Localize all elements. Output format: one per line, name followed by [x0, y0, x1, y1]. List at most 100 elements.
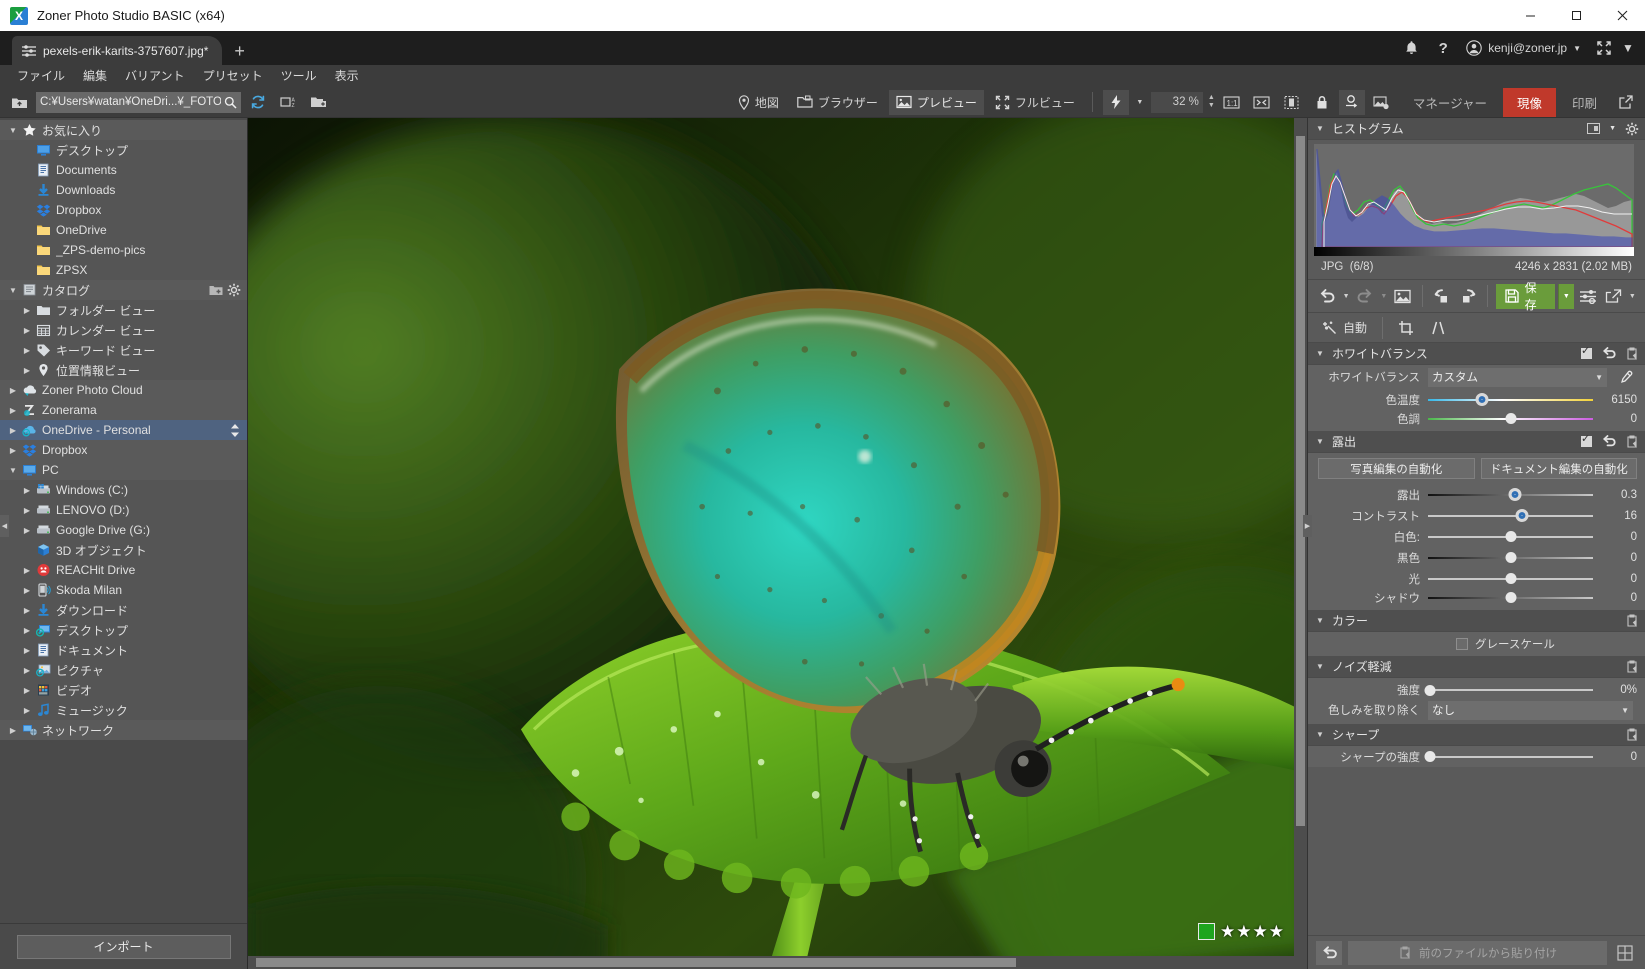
star-rating[interactable]: ★★★★	[1220, 923, 1285, 940]
chevron-down-icon[interactable]: ▼	[1314, 349, 1326, 358]
sidebar-item-zoner-photo-cloud[interactable]: ▶ Zoner Photo Cloud	[0, 380, 247, 400]
chevron-right-icon[interactable]: ▶	[20, 626, 34, 635]
histogram-mode-caret-icon[interactable]: ▼	[1609, 125, 1616, 132]
sync-zoom-icon[interactable]	[1338, 89, 1365, 115]
view-map[interactable]: 地図	[731, 90, 786, 115]
panel-collapse-right[interactable]: ▶	[1303, 515, 1312, 537]
eyedropper-icon[interactable]	[1615, 370, 1637, 385]
lock-icon[interactable]	[1309, 90, 1335, 115]
grid-icon[interactable]	[1613, 941, 1637, 965]
chevron-down-icon[interactable]: ▼	[6, 126, 20, 135]
paste-previous-button[interactable]: 前のファイルから貼り付け	[1348, 940, 1607, 965]
chevron-down-icon[interactable]: ▼	[1314, 437, 1326, 446]
updown-icon[interactable]	[229, 423, 241, 438]
paste-prev-icon[interactable]	[1625, 346, 1639, 361]
paste-prev-icon[interactable]	[1625, 727, 1639, 742]
share-icon[interactable]	[1602, 284, 1624, 308]
chevron-right-icon[interactable]: ▶	[20, 606, 34, 615]
shadows-slider[interactable]	[1428, 590, 1593, 606]
paste-prev-icon[interactable]	[1625, 434, 1639, 449]
sidebar-item-3d[interactable]: 3D オブジェクト	[0, 540, 247, 560]
chevron-right-icon[interactable]: ▶	[20, 326, 34, 335]
sidebar-item-dropbox[interactable]: Dropbox	[0, 200, 247, 220]
undo-icon[interactable]	[1316, 284, 1338, 308]
chevron-down-icon[interactable]: ▼	[6, 286, 20, 295]
blacks-slider[interactable]	[1428, 550, 1593, 566]
save-options-caret[interactable]: ▼	[1557, 283, 1574, 309]
wb-preset-select[interactable]: カスタム ▼	[1428, 367, 1607, 387]
sidebar-item-[interactable]: ▶ ビデオ	[0, 680, 247, 700]
sidebar-item-[interactable]: ▶ ダウンロード	[0, 600, 247, 620]
sort-az-icon[interactable]: AZ	[275, 90, 301, 115]
white-balance-header[interactable]: ▼ ホワイトバランス	[1308, 343, 1645, 365]
sidebar-item-skoda-milan[interactable]: ▶ Skoda Milan	[0, 580, 247, 600]
reset-icon[interactable]	[1601, 347, 1616, 360]
view-fullview[interactable]: フルビュー	[988, 90, 1082, 115]
chevron-right-icon[interactable]: ▶	[6, 406, 20, 415]
gear-icon[interactable]	[227, 283, 241, 297]
account-menu[interactable]: kenji@zoner.jp ▼	[1460, 40, 1587, 56]
bell-icon[interactable]	[1396, 34, 1426, 62]
chevron-down-icon[interactable]: ▼	[1314, 124, 1326, 133]
grayscale-checkbox[interactable]	[1456, 638, 1468, 650]
sidebar-collapse-left[interactable]: ◀	[0, 515, 9, 537]
chevron-right-icon[interactable]: ▶	[20, 486, 34, 495]
chevron-right-icon[interactable]: ▶	[20, 366, 34, 375]
sidebar-item-downloads[interactable]: Downloads	[0, 180, 247, 200]
chevron-down-icon[interactable]: ▼	[1314, 616, 1326, 625]
maximize-button[interactable]	[1553, 0, 1599, 31]
sidebar-item-[interactable]: ▶ 位置情報ビュー	[0, 360, 247, 380]
view-browser[interactable]: ブラウザー	[790, 90, 885, 115]
chevron-down-icon[interactable]: ▼	[6, 466, 20, 475]
menu-file[interactable]: ファイル	[8, 65, 74, 87]
mode-develop[interactable]: 現像	[1502, 87, 1556, 117]
sidebar-item-lenovo-d[interactable]: ▶ LENOVO (D:)	[0, 500, 247, 520]
new-tab-button[interactable]: +	[222, 42, 257, 60]
chevron-right-icon[interactable]: ▶	[6, 726, 20, 735]
exposure-enabled-checkbox[interactable]	[1581, 433, 1592, 447]
wb-tint-slider[interactable]	[1428, 411, 1593, 427]
sidebar-item-reachit-drive[interactable]: ▶ REACHit Drive	[0, 560, 247, 580]
adjustments-scroll[interactable]: ▼ ホワイトバランス ホワイトバランス	[1308, 343, 1645, 935]
external-link-icon[interactable]	[1613, 90, 1639, 115]
contrast-slider[interactable]	[1428, 508, 1593, 524]
zoom-down-arrow[interactable]: ▼	[1208, 102, 1215, 110]
chevron-right-icon[interactable]: ▶	[20, 586, 34, 595]
straighten-tool-button[interactable]	[1425, 318, 1450, 338]
undo-caret-icon[interactable]: ▼	[1341, 293, 1350, 300]
menu-variant[interactable]: バリアント	[116, 65, 194, 87]
search-icon[interactable]	[224, 96, 237, 109]
menu-view[interactable]: 表示	[326, 65, 368, 87]
rotate-left-icon[interactable]	[1431, 284, 1453, 308]
zoom-stepper[interactable]: ▲ ▼	[1208, 94, 1215, 110]
auto-document-button[interactable]: ドキュメント編集の自動化	[1480, 458, 1637, 479]
mode-print[interactable]: 印刷	[1558, 88, 1611, 117]
histogram-header[interactable]: ▼ ヒストグラム ▼	[1308, 118, 1645, 140]
chevron-right-icon[interactable]: ▶	[20, 706, 34, 715]
save-button[interactable]: 保存	[1495, 281, 1555, 312]
close-button[interactable]	[1599, 0, 1645, 31]
exposure-slider[interactable]	[1428, 487, 1593, 503]
chevron-right-icon[interactable]: ▶	[20, 666, 34, 675]
color-label-swatch[interactable]	[1198, 923, 1216, 940]
chevron-right-icon[interactable]: ▶	[20, 526, 34, 535]
chevron-down-icon[interactable]: ▼	[1314, 662, 1326, 671]
sidebar-item-zps-demo-pics[interactable]: _ZPS-demo-pics	[0, 240, 247, 260]
menu-edit[interactable]: 編集	[74, 65, 116, 87]
sidebar-item-[interactable]: ▶ ドキュメント	[0, 640, 247, 660]
sidebar-item-[interactable]: ▶ ピクチャ	[0, 660, 247, 680]
quick-edit-caret-icon[interactable]: ▼	[1133, 90, 1147, 115]
expand-caret-icon[interactable]: ▼	[1621, 34, 1635, 62]
sidebar-item-dropbox[interactable]: ▶ Dropbox	[0, 440, 247, 460]
lights-slider[interactable]	[1428, 571, 1593, 587]
question-mark-icon[interactable]: ?	[1428, 34, 1458, 62]
presets-icon[interactable]	[1577, 284, 1599, 308]
sidebar-item-google-drive-g[interactable]: ▶ Google Drive (G:)	[0, 520, 247, 540]
new-folder-icon[interactable]	[305, 90, 331, 115]
folder-tree[interactable]: ▼ お気に入り デスクトップ Documents Downloads Dropbox One…	[0, 118, 247, 923]
sidebar-item-pc[interactable]: ▼ PC	[0, 460, 247, 480]
sidebar-item-[interactable]: ▶ ミュージック	[0, 700, 247, 720]
exposure-header[interactable]: ▼ 露出	[1308, 431, 1645, 453]
chevron-right-icon[interactable]: ▶	[20, 306, 34, 315]
sidebar-item-windows-c[interactable]: ▶ Windows (C:)	[0, 480, 247, 500]
